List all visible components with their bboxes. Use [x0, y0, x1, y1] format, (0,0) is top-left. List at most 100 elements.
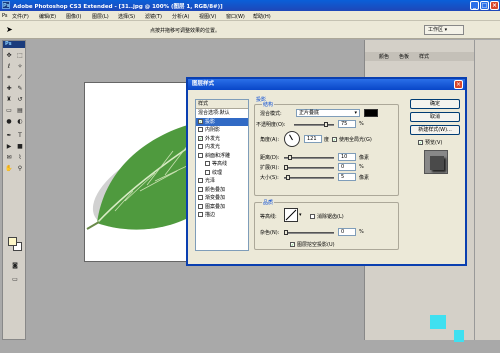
- noise-slider[interactable]: [284, 230, 334, 235]
- ps-menu-icon[interactable]: Ps: [2, 13, 8, 19]
- lasso-icon[interactable]: ℓ: [4, 62, 14, 71]
- style-list-item[interactable]: 混合选项:默认: [196, 109, 248, 118]
- menu-view[interactable]: 视图(V): [199, 13, 216, 20]
- style-checkbox[interactable]: [198, 178, 203, 183]
- dialog-close-icon[interactable]: ×: [454, 80, 463, 89]
- magic-wand-icon[interactable]: ✧: [15, 62, 25, 71]
- distance-input[interactable]: 10: [338, 153, 356, 161]
- style-list-item[interactable]: 等高线: [196, 160, 248, 169]
- pen-icon[interactable]: ✒: [4, 131, 14, 140]
- history-brush-icon[interactable]: ↺: [15, 95, 25, 104]
- preview-checkbox[interactable]: ✓: [418, 140, 423, 145]
- move-tool-icon[interactable]: ➤: [6, 25, 13, 34]
- preview-wrap[interactable]: ✓ 预览(V): [418, 139, 442, 146]
- gradient-icon[interactable]: ▤: [15, 106, 25, 115]
- foreground-color-swatch[interactable]: [8, 237, 17, 246]
- tab-swatches[interactable]: 色板: [399, 53, 409, 60]
- opacity-slider[interactable]: [294, 122, 334, 127]
- workspace-dropdown[interactable]: 工作区 ▾: [424, 25, 464, 35]
- antialias-checkbox[interactable]: [310, 214, 315, 219]
- type-icon[interactable]: T: [15, 131, 25, 140]
- style-list-item[interactable]: 描边: [196, 211, 248, 220]
- knockout-checkbox[interactable]: ✓: [290, 242, 295, 247]
- size-input[interactable]: 5: [338, 173, 356, 181]
- menu-help[interactable]: 帮助(H): [253, 13, 271, 20]
- hand-icon[interactable]: ✋: [4, 164, 14, 173]
- style-list-item[interactable]: 光泽: [196, 177, 248, 186]
- opacity-slider-thumb[interactable]: [324, 122, 328, 127]
- style-list-item[interactable]: ✓ 外发光: [196, 135, 248, 144]
- notes-icon[interactable]: ✉: [4, 153, 14, 162]
- style-checkbox[interactable]: ✓: [198, 118, 203, 124]
- style-checkbox[interactable]: [205, 169, 210, 175]
- spread-slider[interactable]: [284, 165, 334, 170]
- document-canvas[interactable]: [84, 82, 202, 262]
- style-checkbox[interactable]: [205, 161, 210, 166]
- global-light-checkbox-wrap[interactable]: ✓ 使用全局光(G): [332, 136, 372, 143]
- distance-slider-thumb[interactable]: [288, 155, 292, 160]
- global-light-checkbox[interactable]: ✓: [332, 137, 337, 142]
- spread-input[interactable]: 0: [338, 163, 356, 171]
- menu-analysis[interactable]: 分析(A): [172, 13, 189, 20]
- size-slider[interactable]: [284, 175, 334, 180]
- style-list-item[interactable]: 渐变叠加: [196, 194, 248, 203]
- ok-button[interactable]: 确定: [410, 99, 460, 109]
- style-list-item[interactable]: 图案叠加: [196, 203, 248, 212]
- style-checkbox[interactable]: [198, 127, 203, 132]
- marquee-icon[interactable]: ⬚: [15, 51, 25, 60]
- maximize-icon[interactable]: □: [480, 1, 489, 10]
- style-list-item[interactable]: 内阴影: [196, 126, 248, 135]
- style-list-item[interactable]: 纹理: [196, 169, 248, 178]
- menu-image[interactable]: 图像(I): [66, 13, 81, 20]
- eyedropper-icon[interactable]: ⌇: [15, 153, 25, 162]
- screen-mode-icon[interactable]: ▭: [10, 275, 20, 284]
- tab-color[interactable]: 颜色: [379, 53, 389, 60]
- dodge-icon[interactable]: ◐: [15, 117, 25, 126]
- opacity-input[interactable]: 75: [338, 120, 356, 128]
- style-checkbox[interactable]: [198, 152, 203, 158]
- antialias-wrap[interactable]: 消除锯齿(L): [310, 213, 344, 220]
- zoom-icon[interactable]: ⚲: [15, 164, 25, 173]
- style-checkbox[interactable]: [198, 144, 203, 149]
- distance-slider[interactable]: [284, 155, 334, 160]
- minimize-icon[interactable]: _: [470, 1, 479, 10]
- quick-mask-icon[interactable]: ◙: [10, 261, 20, 270]
- shape-icon[interactable]: ■: [15, 142, 25, 151]
- path-select-icon[interactable]: ▶: [4, 142, 14, 151]
- knockout-wrap[interactable]: ✓ 图层挖空投影(U): [290, 241, 335, 248]
- style-list-item[interactable]: ✓ 投影: [196, 117, 248, 126]
- style-checkbox[interactable]: [198, 195, 203, 200]
- menu-filter[interactable]: 滤镜(T): [145, 13, 162, 20]
- blur-icon[interactable]: ●: [4, 117, 14, 126]
- menu-layer[interactable]: 图层(L): [92, 13, 109, 20]
- size-slider-thumb[interactable]: [286, 175, 290, 180]
- angle-input[interactable]: 121: [304, 135, 322, 143]
- style-checkbox[interactable]: [198, 212, 203, 217]
- healing-icon[interactable]: ✚: [4, 84, 14, 93]
- spread-slider-thumb[interactable]: [284, 165, 288, 170]
- angle-dial[interactable]: [284, 131, 300, 147]
- style-list-item[interactable]: 内发光: [196, 143, 248, 152]
- noise-slider-thumb[interactable]: [284, 230, 288, 235]
- style-list-item[interactable]: 斜面和浮雕: [196, 152, 248, 161]
- style-checkbox[interactable]: [198, 203, 203, 209]
- menu-select[interactable]: 选择(S): [118, 13, 135, 20]
- contour-preview[interactable]: [284, 208, 298, 222]
- styles-list-header[interactable]: 样式: [196, 100, 248, 109]
- crop-icon[interactable]: ⌗: [4, 73, 14, 82]
- noise-input[interactable]: 0: [338, 228, 356, 236]
- blend-mode-select[interactable]: 正片叠底 ▾: [296, 109, 360, 117]
- new-style-button[interactable]: 新建样式(W)...: [410, 125, 460, 135]
- menu-window[interactable]: 窗口(W): [226, 13, 245, 20]
- style-checkbox[interactable]: ✓: [198, 135, 203, 141]
- menu-edit[interactable]: 编辑(E): [39, 13, 56, 20]
- move-icon[interactable]: ✥: [4, 51, 14, 60]
- brush-icon[interactable]: ✎: [15, 84, 25, 93]
- menu-file[interactable]: 文件(F): [12, 13, 29, 20]
- style-list-item[interactable]: 颜色叠加: [196, 186, 248, 195]
- close-icon[interactable]: ×: [490, 1, 499, 10]
- slice-icon[interactable]: ⟋: [15, 73, 25, 82]
- eraser-icon[interactable]: ▭: [4, 106, 14, 115]
- cancel-button[interactable]: 取消: [410, 112, 460, 122]
- style-checkbox[interactable]: [198, 186, 203, 192]
